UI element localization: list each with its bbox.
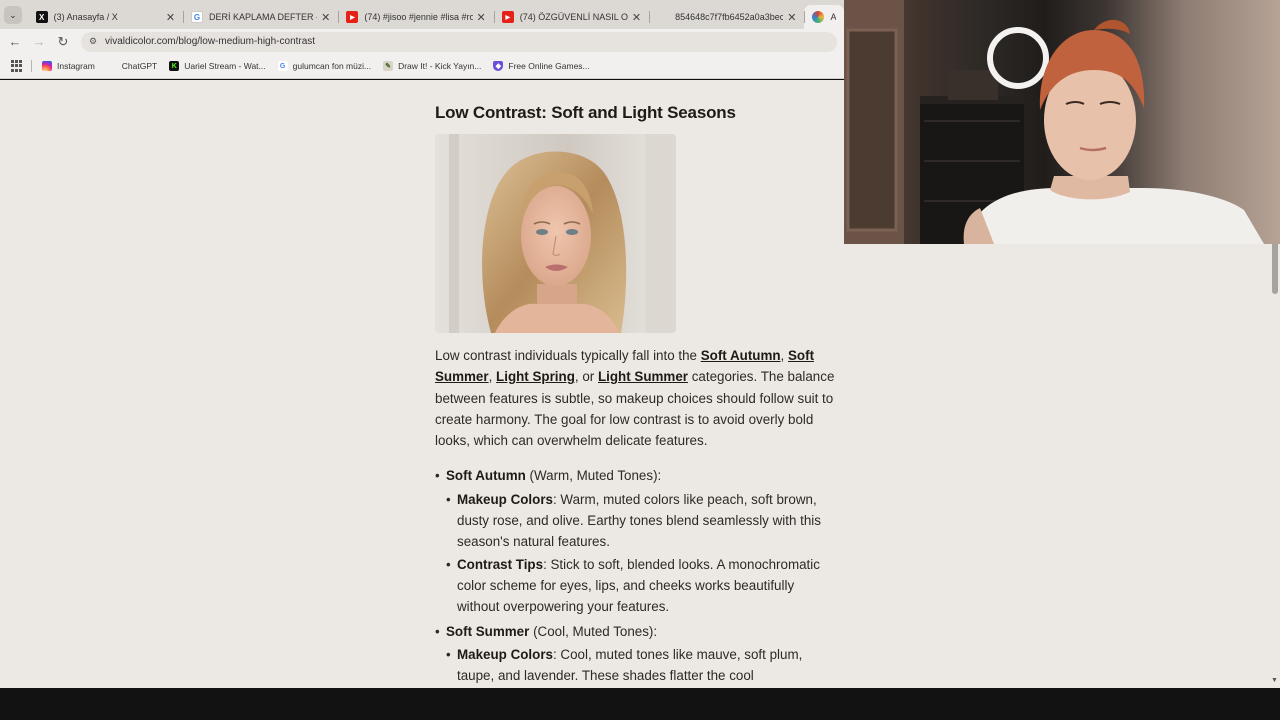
bookmarks-divider xyxy=(31,60,32,72)
close-icon[interactable]: ✕ xyxy=(632,11,641,24)
season-name: Soft Autumn xyxy=(446,468,526,484)
list-item: Makeup Colors: Warm, muted colors like p… xyxy=(446,489,837,553)
season-note: (Cool, Muted Tones): xyxy=(529,623,658,639)
tab-title: 854648c7f7fb6452a0a3bec73a xyxy=(675,12,784,22)
scroll-thumb[interactable] xyxy=(1272,242,1278,294)
bookmark-gulumcan[interactable]: G gulumcan fon müzi... xyxy=(277,61,372,71)
bookmarks-bar: Instagram ChatGPT K Uariel Stream - Wat.… xyxy=(0,54,844,79)
portrait-photo xyxy=(435,134,676,333)
draw-it-icon: ✎ xyxy=(383,61,394,71)
bookmark-label: ChatGPT xyxy=(121,61,158,71)
tab-1[interactable]: G DERİ KAPLAMA DEFTER - Google ✕ xyxy=(183,5,338,29)
portrait-image xyxy=(435,134,676,333)
webcam-overlay xyxy=(844,0,1280,244)
bookmark-uariel-stream[interactable]: K Uariel Stream - Wat... xyxy=(169,61,266,71)
instagram-icon xyxy=(42,61,52,71)
bookmark-draw-it[interactable]: ✎ Draw It! - Kick Yayın... xyxy=(383,61,481,71)
tab-title: (74) #jisoo #jennie #lisa #rose xyxy=(364,12,473,22)
url-text: vivaldicolor.com/blog/low-medium-high-co… xyxy=(105,36,316,47)
bookmark-instagram[interactable]: Instagram xyxy=(42,61,95,71)
season-note: (Warm, Muted Tones): xyxy=(525,468,662,484)
youtube-icon: ▶ xyxy=(346,11,359,23)
section-heading: Low Contrast: Soft and Light Seasons xyxy=(435,103,736,122)
youtube-icon: ▶ xyxy=(501,11,514,23)
site-settings-icon[interactable]: ⚙ xyxy=(87,36,99,48)
tab-title: (74) ÖZGÜVENLİ NASIL OLUNUR xyxy=(519,12,628,22)
tab-2[interactable]: ▶ (74) #jisoo #jennie #lisa #rose ✕ xyxy=(338,5,493,29)
address-bar[interactable]: ⚙ vivaldicolor.com/blog/low-medium-high-… xyxy=(81,31,837,52)
forward-arrow-icon[interactable]: → xyxy=(27,34,51,49)
close-icon[interactable]: ✕ xyxy=(477,11,486,24)
season-details: Makeup Colors: Warm, muted colors like p… xyxy=(446,489,837,618)
scroll-down-icon[interactable]: ▼ xyxy=(1271,677,1278,684)
google-logo-icon: G xyxy=(277,61,288,71)
close-icon[interactable]: ✕ xyxy=(166,11,175,24)
bookmark-free-online-games[interactable]: ◆ Free Online Games... xyxy=(493,61,590,71)
detail-label: Makeup Colors xyxy=(457,491,553,507)
tab-title: (3) Anasayfa / X xyxy=(53,12,118,22)
intro-separator: , or xyxy=(574,369,598,385)
list-item: Soft Summer (Cool, Muted Tones): Makeup … xyxy=(435,621,837,687)
back-arrow-icon[interactable]: ← xyxy=(3,34,27,49)
bookmark-label: Free Online Games... xyxy=(508,61,590,71)
tab-0[interactable]: X (3) Anasayfa / X ✕ xyxy=(28,5,183,29)
taskbar-strip xyxy=(0,688,1280,720)
vivaldi-color-icon xyxy=(812,11,825,23)
close-icon[interactable]: ✕ xyxy=(787,11,796,24)
x-logo-icon: X xyxy=(35,11,48,23)
browser-toolbar: ← → ↻ ⚙ vivaldicolor.com/blog/low-medium… xyxy=(0,29,844,54)
tab-3[interactable]: ▶ (74) ÖZGÜVENLİ NASIL OLUNUR ✕ xyxy=(493,5,649,29)
intro-text: Low contrast individuals typically fall … xyxy=(435,348,701,363)
intro-separator: , xyxy=(488,369,497,385)
light-summer-link[interactable]: Light Summer xyxy=(598,369,688,384)
detail-label: Makeup Colors xyxy=(457,646,553,662)
list-item: Contrast Tips: Stick to soft, blended lo… xyxy=(446,554,837,618)
soft-autumn-link[interactable]: Soft Autumn xyxy=(701,348,781,363)
reload-icon[interactable]: ↻ xyxy=(51,34,75,50)
bookmark-label: gulumcan fon müzi... xyxy=(292,61,372,71)
intro-paragraph: Low contrast individuals typically fall … xyxy=(435,345,837,451)
chatgpt-icon xyxy=(107,61,117,71)
bookmark-label: Uariel Stream - Wat... xyxy=(184,61,266,71)
google-logo-icon: G xyxy=(191,11,204,23)
webcam-video xyxy=(844,0,1264,244)
light-spring-link[interactable]: Light Spring xyxy=(496,369,575,384)
tab-title: DERİ KAPLAMA DEFTER - Google xyxy=(209,12,317,22)
kick-icon: K xyxy=(169,61,180,71)
season-name: Soft Summer xyxy=(446,623,530,639)
list-item: Makeup Colors: Cool, muted tones like ma… xyxy=(446,644,837,687)
tab-5[interactable]: A xyxy=(804,5,844,29)
close-icon[interactable]: ✕ xyxy=(321,11,330,24)
season-list: Soft Autumn (Warm, Muted Tones): Makeup … xyxy=(435,465,837,686)
bookmark-chatgpt[interactable]: ChatGPT xyxy=(107,61,157,71)
tab-4[interactable]: 854648c7f7fb6452a0a3bec73a ✕ xyxy=(649,5,804,29)
bookmark-label: Instagram xyxy=(57,61,95,71)
blank-page-icon xyxy=(657,11,669,23)
intro-separator: , xyxy=(780,348,788,363)
detail-label: Contrast Tips xyxy=(457,556,544,572)
apps-grid-icon[interactable] xyxy=(11,60,23,72)
shield-icon: ◆ xyxy=(493,61,504,71)
tab-search-dropdown-icon[interactable]: ⌄ xyxy=(4,6,22,24)
blog-article: Low Contrast: Soft and Light Seasons Low… xyxy=(435,80,837,688)
tab-strip: ⌄ X (3) Anasayfa / X ✕ G DERİ KAPLAMA DE… xyxy=(0,0,844,29)
list-item: Soft Autumn (Warm, Muted Tones): Makeup … xyxy=(435,465,837,617)
season-details: Makeup Colors: Cool, muted tones like ma… xyxy=(446,644,837,687)
tab-title: A xyxy=(830,12,837,22)
bookmark-label: Draw It! - Kick Yayın... xyxy=(398,61,482,71)
